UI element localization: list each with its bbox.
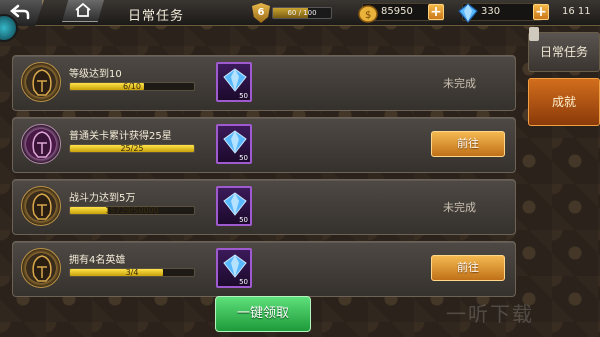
task-progress-text: 3/4 xyxy=(125,268,139,277)
gem-counter: 330 xyxy=(458,3,542,23)
add-gold-button[interactable]: + xyxy=(428,4,444,20)
reward-gem-slot[interactable]: 50 xyxy=(216,248,252,288)
gold-coin-icon: $ xyxy=(358,5,378,23)
tab-daily-label: 日常任务 xyxy=(539,45,588,59)
bronze-helmet-icon xyxy=(21,62,61,102)
home-icon xyxy=(75,3,91,17)
gold-amount: 85950 xyxy=(381,6,413,17)
tab-achievements-label: 成就 xyxy=(551,95,576,109)
purple-helmet-icon xyxy=(21,124,61,164)
go-button[interactable]: 前往 xyxy=(431,255,505,281)
reward-count: 50 xyxy=(239,92,248,100)
page-title: 日常任务 xyxy=(128,9,185,24)
level-badge: 6 xyxy=(252,3,270,23)
gem-icon xyxy=(223,68,247,92)
task-row: 战斗力达到5万 15729/50000 50 未完成 xyxy=(12,179,516,235)
clip-icon xyxy=(529,27,539,41)
reward-count: 50 xyxy=(239,216,248,224)
watermark: 一听下载 xyxy=(446,302,534,326)
svg-text:$: $ xyxy=(365,10,371,21)
reward-count: 50 xyxy=(239,154,248,162)
task-name: 战斗力达到5万 xyxy=(69,193,136,204)
gem-icon xyxy=(223,254,247,278)
reward-gem-slot[interactable]: 50 xyxy=(216,124,252,164)
task-status: 未完成 xyxy=(443,201,476,214)
task-name: 普通关卡累计获得25星 xyxy=(69,131,172,142)
gem-icon xyxy=(223,192,247,216)
claim-all-button[interactable]: 一键领取 xyxy=(215,296,311,332)
task-row: 等级达到10 6/10 50 未完成 xyxy=(12,55,516,111)
reward-gem-slot[interactable]: 50 xyxy=(216,62,252,102)
task-row: 普通关卡累计获得25星 25/25 50 前往 xyxy=(12,117,516,173)
reward-gem-slot[interactable]: 50 xyxy=(216,186,252,226)
task-name: 拥有4名英雄 xyxy=(69,255,126,266)
go-button[interactable]: 前往 xyxy=(431,131,505,157)
task-progress-text: 25/25 xyxy=(120,144,144,153)
reward-count: 50 xyxy=(239,278,248,286)
home-button[interactable] xyxy=(62,0,104,22)
task-progress-text: 6/10 xyxy=(123,82,141,91)
task-row: 拥有4名英雄 3/4 50 前往 xyxy=(12,241,516,297)
bronze-helmet-icon xyxy=(21,186,61,226)
gem-icon xyxy=(458,3,478,23)
bronze-helmet-icon xyxy=(21,248,61,288)
gem-amount: 330 xyxy=(481,6,501,17)
top-bar: 日常任务 6 60 / 100 $ 85950 + 330 + 16 11 xyxy=(0,0,600,26)
exp-text: 60 / 100 xyxy=(287,9,317,17)
tab-achievements[interactable]: 成就 xyxy=(528,78,600,126)
gem-icon xyxy=(223,130,247,154)
task-name: 等级达到10 xyxy=(69,69,122,80)
task-status: 未完成 xyxy=(443,77,476,90)
task-progress-text: 15729/50000 xyxy=(105,206,159,215)
clock: 16 11 xyxy=(562,6,591,17)
tab-daily-tasks[interactable]: 日常任务 xyxy=(528,27,600,72)
add-gems-button[interactable]: + xyxy=(533,4,549,20)
